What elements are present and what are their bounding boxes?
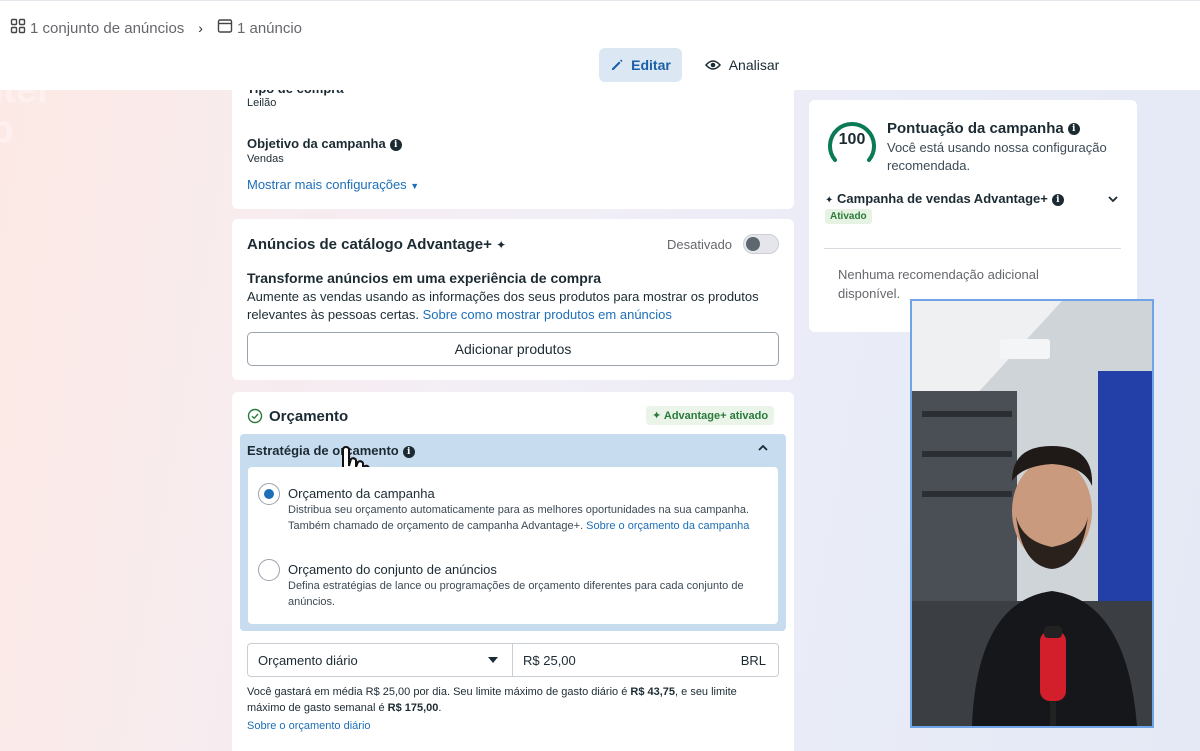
sparkle-icon: ✦ bbox=[652, 410, 662, 422]
toggle-knob bbox=[746, 237, 760, 251]
catalog-ads-title: Anúncios de catálogo Advantage+ bbox=[247, 236, 492, 253]
catalog-ads-subtitle: Transforme anúncios em uma experiência d… bbox=[247, 270, 602, 286]
daily-budget-link[interactable]: Sobre o orçamento diário bbox=[247, 720, 371, 732]
more-settings-link[interactable]: Mostrar mais configurações ▼ bbox=[247, 177, 419, 192]
summary-text-end: . bbox=[438, 702, 442, 714]
info-icon[interactable]: i bbox=[389, 138, 402, 151]
chevron-up-icon[interactable] bbox=[757, 441, 769, 457]
no-recommendations-text: Nenhuma recomendação adicional disponíve… bbox=[838, 267, 1039, 301]
analyze-button[interactable]: Analisar bbox=[697, 48, 787, 82]
caret-down-icon: ▼ bbox=[410, 181, 420, 191]
option-adset-budget-title: Orçamento do conjunto de anúncios bbox=[288, 562, 497, 577]
budget-amount-value: R$ 25,00 bbox=[523, 652, 576, 668]
objective-value: Vendas bbox=[247, 153, 284, 165]
info-icon[interactable]: i bbox=[1051, 193, 1064, 206]
weekly-max: R$ 175,00 bbox=[387, 702, 439, 714]
eye-icon bbox=[704, 60, 721, 70]
strategy-label: Estratégia de orçamento bbox=[247, 443, 399, 458]
edit-label: Editar bbox=[631, 57, 671, 73]
breadcrumb: 1 conjunto de anúncios › 1 anúncio bbox=[10, 18, 302, 38]
budget-title: Orçamento bbox=[269, 408, 349, 425]
breadcrumb-adset[interactable]: 1 conjunto de anúncios bbox=[30, 20, 184, 37]
dropdown-caret-icon bbox=[488, 657, 498, 663]
catalog-ads-learn-link[interactable]: Sobre como mostrar produtos em anúncios bbox=[423, 307, 672, 322]
daily-max: R$ 43,75 bbox=[630, 686, 676, 698]
add-products-button[interactable]: Adicionar produtos bbox=[247, 332, 779, 366]
score-description: Você está usando nossa configuração reco… bbox=[887, 140, 1107, 173]
check-circle-icon bbox=[247, 408, 263, 429]
score-title: Pontuação da campanha bbox=[887, 120, 1064, 137]
catalog-ads-description: Aumente as vendas usando as informações … bbox=[247, 288, 782, 324]
sparkle-icon: ✦ bbox=[496, 238, 507, 252]
score-value: 100 bbox=[838, 131, 866, 148]
advantage-campaign-heading: ✦ Campanha de vendas Advantage+ i bbox=[825, 191, 1064, 206]
edit-button[interactable]: Editar bbox=[599, 48, 682, 82]
radio-adset-budget[interactable] bbox=[258, 559, 280, 581]
more-settings-label: Mostrar mais configurações bbox=[247, 177, 407, 192]
radio-campaign-budget[interactable] bbox=[258, 483, 280, 505]
breadcrumb-ad[interactable]: 1 anúncio bbox=[237, 20, 302, 37]
grid-icon bbox=[10, 18, 26, 38]
active-badge: Ativado bbox=[825, 209, 872, 224]
option-campaign-budget-desc: Distribua seu orçamento automaticamente … bbox=[288, 502, 763, 534]
budget-summary: Você gastará em média R$ 25,00 por dia. … bbox=[247, 684, 777, 716]
strategy-heading[interactable]: Estratégia de orçamento i bbox=[247, 443, 415, 458]
chevron-down-icon[interactable] bbox=[1107, 192, 1119, 210]
toggle-state-label: Desativado bbox=[667, 237, 733, 252]
chevron-right-icon: › bbox=[198, 20, 203, 36]
purchase-type-value: Leilão bbox=[247, 97, 277, 109]
score-heading: Pontuação da campanha i bbox=[887, 120, 1080, 137]
webcam-scene bbox=[912, 301, 1152, 726]
budget-type-select[interactable]: Orçamento diário bbox=[247, 643, 513, 677]
catalog-ads-heading: Anúncios de catálogo Advantage+ ✦ bbox=[247, 236, 506, 253]
info-icon[interactable]: i bbox=[1067, 123, 1080, 136]
info-icon[interactable]: i bbox=[402, 445, 415, 458]
ad-window-icon bbox=[217, 18, 233, 38]
campaign-budget-link[interactable]: Sobre o orçamento da campanha bbox=[586, 520, 749, 532]
option-campaign-budget-title: Orçamento da campanha bbox=[288, 486, 435, 501]
pencil-icon bbox=[612, 59, 623, 70]
top-bar: 1 conjunto de anúncios › 1 anúncio Edita… bbox=[0, 0, 1200, 90]
analyze-label: Analisar bbox=[728, 57, 780, 73]
objective-heading: Objetivo da campanha i bbox=[247, 136, 402, 151]
advantage-badge-label: Advantage+ ativado bbox=[663, 410, 769, 422]
catalog-ads-toggle[interactable] bbox=[743, 234, 779, 254]
budget-amount-input[interactable]: R$ 25,00 BRL bbox=[512, 643, 779, 677]
advantage-campaign-label: Campanha de vendas Advantage+ bbox=[837, 191, 1048, 206]
summary-text-pre: Você gastará em média R$ 25,00 por dia. … bbox=[247, 686, 631, 698]
currency-label: BRL bbox=[740, 652, 766, 668]
budget-type-value: Orçamento diário bbox=[258, 652, 358, 668]
sparkle-icon: ✦ bbox=[825, 195, 834, 206]
option-adset-budget-desc: Defina estratégias de lance ou programaç… bbox=[288, 580, 744, 608]
advantage-badge: ✦ Advantage+ ativado bbox=[646, 406, 775, 425]
webcam-video-overlay bbox=[910, 299, 1154, 728]
divider bbox=[824, 248, 1121, 249]
objective-label: Objetivo da campanha bbox=[247, 136, 386, 151]
catalog-ads-card: Anúncios de catálogo Advantage+ ✦ Desati… bbox=[232, 219, 794, 380]
